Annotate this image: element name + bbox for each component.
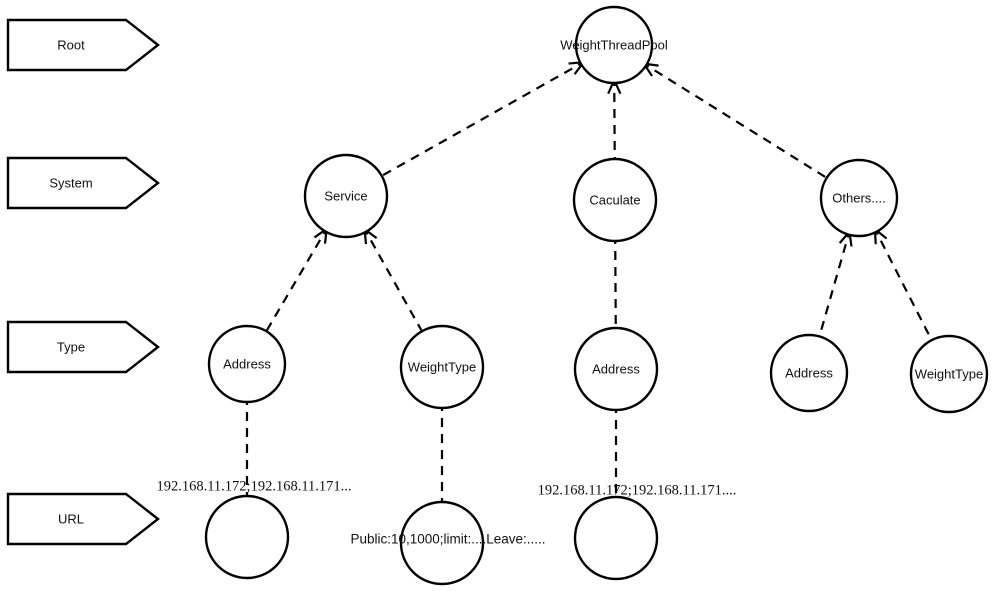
edge-line — [613, 76, 616, 159]
node-empty-11[interactable] — [573, 495, 659, 581]
node-label: WeightType — [408, 359, 476, 374]
node-label: WeightType — [915, 366, 983, 381]
lane-marker-url: URL — [6, 492, 160, 546]
edge-line — [265, 225, 330, 331]
edge — [607, 76, 622, 159]
lane-marker-type: Type — [6, 320, 160, 374]
annotation-a-url-left: 192.168.11.172;192.168.11.171... — [156, 478, 351, 494]
edge-line — [362, 225, 423, 331]
node-label: Address — [592, 361, 640, 376]
edge — [362, 225, 423, 331]
node-label: Address — [223, 356, 271, 371]
node-address[interactable]: Address — [207, 324, 287, 404]
node-caculate[interactable]: Caculate — [572, 157, 658, 243]
node-label: WeightThreadPool — [560, 37, 668, 52]
annotation-a-url-middle: Public:10,1000;limit:....Leave:..... — [350, 532, 545, 547]
edge — [614, 234, 617, 328]
lane-label: System — [49, 175, 92, 190]
lane-layer: Root System Type URL — [6, 18, 160, 546]
node-empty-9[interactable] — [204, 494, 290, 580]
edge — [382, 59, 587, 177]
node-address[interactable]: Address — [769, 333, 849, 413]
node-label: Caculate — [589, 192, 640, 207]
hierarchy-diagram: Root System Type URL WeightThreadPool Servic… — [6, 5, 989, 586]
lane-label: URL — [58, 511, 84, 526]
edge — [640, 61, 827, 179]
node-weighttype[interactable]: WeightType — [399, 324, 485, 410]
node-circle[interactable] — [573, 495, 659, 581]
lane-marker-root: Root — [6, 18, 160, 72]
edge-layer — [245, 59, 933, 501]
edge-line — [382, 59, 587, 177]
node-weighttype[interactable]: WeightType — [909, 334, 989, 414]
edge — [265, 225, 330, 331]
node-label: Address — [785, 365, 833, 380]
node-label: Others.... — [832, 190, 885, 205]
node-address[interactable]: Address — [573, 326, 659, 412]
node-service[interactable]: Service — [303, 153, 389, 239]
node-circle[interactable] — [204, 494, 290, 580]
lane-label: Root — [57, 37, 85, 52]
edge-line — [614, 234, 617, 328]
edge-line — [640, 61, 827, 179]
edge — [818, 228, 853, 336]
node-label: Service — [324, 188, 367, 203]
lane-label: Type — [57, 339, 85, 354]
edge — [872, 225, 933, 340]
diagram-canvas: Root System Type URL WeightThreadPool Servic… — [0, 0, 1000, 591]
node-others[interactable]: Others.... — [819, 158, 899, 238]
edge-line — [872, 225, 933, 340]
annotation-a-url-right: 192.168.11.172;192.168.11.171.... — [538, 482, 737, 498]
lane-marker-system: System — [6, 156, 160, 210]
edge-line — [818, 228, 852, 336]
